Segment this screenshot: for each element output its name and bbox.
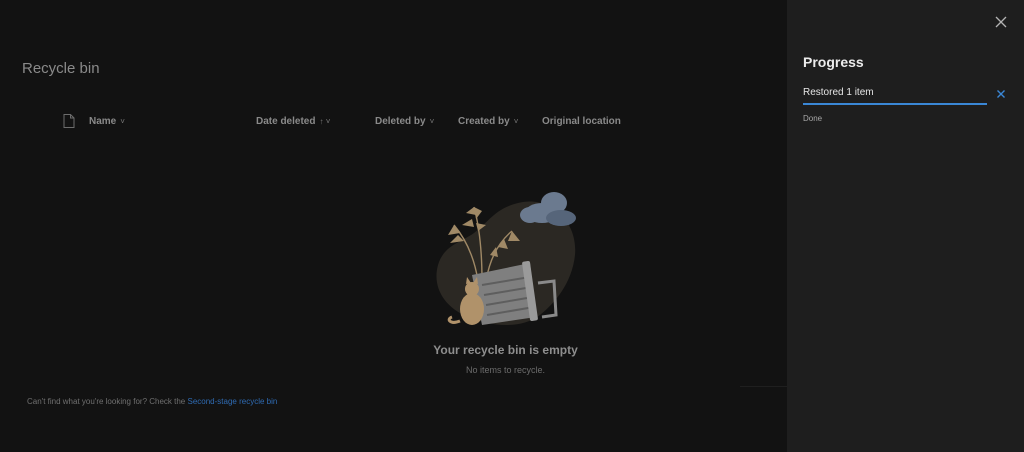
empty-recycle-bin-illustration <box>436 192 576 325</box>
progress-panel: Progress Restored 1 item Done <box>787 0 1024 452</box>
chevron-down-icon: ˅ <box>513 117 519 126</box>
progress-bar <box>803 103 987 105</box>
divider <box>740 386 787 387</box>
chevron-down-icon: ˅ <box>429 117 435 126</box>
page: Recycle bin Name ˅ Date deleted ↑ ˅ Dele… <box>0 0 1024 452</box>
column-header-label: Name <box>89 116 117 127</box>
dismiss-icon[interactable] <box>996 89 1006 99</box>
page-title: Recycle bin <box>22 60 100 77</box>
column-header-name[interactable]: Name ˅ <box>89 116 125 127</box>
footer-text: Can't find what you're looking for? Chec… <box>27 397 188 406</box>
column-header-deleted-by[interactable]: Deleted by ˅ <box>375 116 434 127</box>
second-stage-recycle-bin-link[interactable]: Second-stage recycle bin <box>187 397 277 406</box>
column-header-original-location[interactable]: Original location <box>542 116 621 127</box>
progress-bar-fill <box>803 103 987 105</box>
column-header-label: Date deleted <box>256 116 316 127</box>
column-header-created-by[interactable]: Created by ˅ <box>458 116 518 127</box>
sort-ascending-icon: ↑ ˅ <box>319 117 331 126</box>
progress-item-label: Restored 1 item <box>803 87 874 98</box>
column-header-date-deleted[interactable]: Date deleted ↑ ˅ <box>256 116 330 127</box>
column-header-label: Created by <box>458 116 510 127</box>
close-icon[interactable] <box>994 15 1008 29</box>
chevron-down-icon: ˅ <box>120 117 125 126</box>
column-header-label: Original location <box>542 116 621 127</box>
cloud-icon <box>520 192 576 226</box>
column-header-label: Deleted by <box>375 116 426 127</box>
main-content: Recycle bin Name ˅ Date deleted ↑ ˅ Dele… <box>0 0 787 452</box>
progress-status: Done <box>803 114 823 123</box>
file-icon[interactable] <box>63 114 75 128</box>
footer-hint: Can't find what you're looking for? Chec… <box>27 397 277 406</box>
panel-title: Progress <box>803 54 864 70</box>
